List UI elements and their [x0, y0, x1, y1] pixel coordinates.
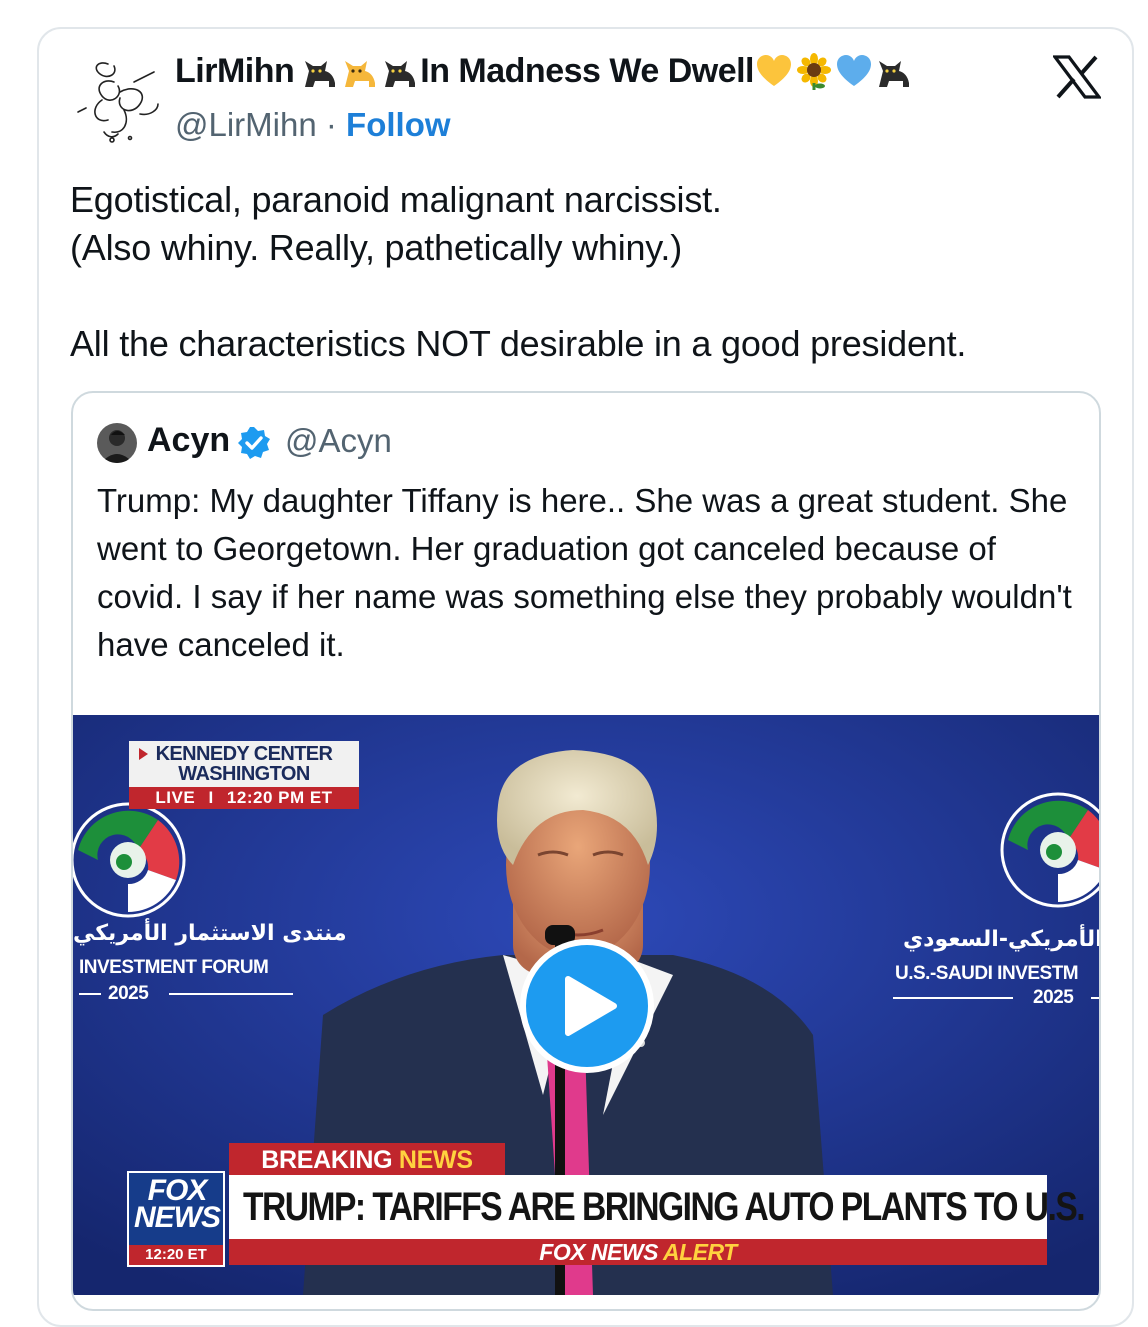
sunflower-icon: [795, 52, 833, 91]
cat-icon: [341, 53, 379, 91]
backdrop-right-year: 2025: [1033, 987, 1074, 1008]
alert-label: ALERT: [662, 1239, 737, 1265]
backdrop-left-arabic: منتدى الاستثمار الأمريكي: [73, 921, 347, 946]
fox-news-logo: FOX NEWS 12:20 ET: [127, 1171, 225, 1267]
verified-badge-icon: [236, 425, 272, 461]
quoted-tweet[interactable]: Acyn @Acyn Trump: My daughter Tiffany is…: [71, 391, 1101, 1311]
black-cat-icon: [875, 53, 913, 91]
author-name-text[interactable]: LirMihn: [175, 52, 295, 91]
backdrop-left-title: INVESTMENT FORUM: [79, 957, 269, 978]
headline-chyron: TRUMP: TARIFFS ARE BRINGING AUTO PLANTS …: [229, 1175, 1086, 1245]
breaking-label: BREAKING: [261, 1146, 393, 1174]
location-lower-third: KENNEDY CENTER WASHINGTON LIVE I 12:20 P…: [129, 741, 359, 809]
yellow-heart-icon: [755, 53, 793, 91]
headline-text: TRUMP: TARIFFS ARE BRINGING AUTO PLANTS …: [243, 1185, 1086, 1229]
follow-button[interactable]: Follow: [346, 106, 450, 143]
x-logo-icon[interactable]: [1051, 55, 1103, 99]
live-bar: LIVE I 12:20 PM ET: [129, 787, 359, 809]
quoted-author-name[interactable]: Acyn: [147, 421, 230, 460]
play-button[interactable]: [520, 939, 654, 1073]
live-divider: I: [208, 788, 214, 807]
black-cat-icon: [381, 53, 419, 91]
fox-news-logo-text: FOX NEWS: [133, 1176, 221, 1234]
blue-heart-icon: [835, 53, 873, 91]
live-time: 12:20 PM ET: [226, 788, 333, 807]
location-line-2: WASHINGTON: [178, 763, 310, 785]
author-handle-row: @LirMihn · Follow: [175, 106, 451, 144]
quoted-author-avatar[interactable]: [97, 423, 137, 463]
breaking-news-tag: BREAKING NEWS: [229, 1143, 505, 1177]
fox-logo-line-2: NEWS: [134, 1201, 221, 1234]
separator-dot: ·: [325, 106, 337, 143]
black-cat-icon: [301, 53, 339, 91]
author-handle[interactable]: @LirMihn: [175, 106, 317, 143]
play-icon: [565, 976, 617, 1036]
quoted-author-handle[interactable]: @Acyn: [285, 422, 392, 460]
author-name[interactable]: LirMihn In Madness We Dwell: [175, 52, 914, 91]
video-player[interactable]: KENNEDY CENTER WASHINGTON LIVE I 12:20 P…: [73, 715, 1101, 1295]
backdrop-right-title: U.S.-SAUDI INVESTM: [895, 963, 1079, 984]
quoted-tweet-text: Trump: My daughter Tiffany is here.. She…: [97, 482, 1072, 663]
backdrop-right-arabic: ار الأمريكي-السعودي: [903, 927, 1101, 952]
author-avatar[interactable]: [74, 52, 166, 148]
fox-logo-time: 12:20 ET: [129, 1245, 223, 1265]
author-name-suffix[interactable]: In Madness We Dwell: [420, 52, 754, 91]
tweet-text: Egotistical, paranoid malignant narcissi…: [70, 179, 967, 364]
fox-news-alert-bar: FOX NEWS ALERT: [229, 1239, 1047, 1265]
live-label: LIVE: [155, 788, 196, 807]
alert-network: FOX NEWS: [539, 1239, 658, 1265]
breaking-news-label: NEWS: [398, 1146, 473, 1174]
backdrop-left-year: 2025: [108, 983, 149, 1004]
